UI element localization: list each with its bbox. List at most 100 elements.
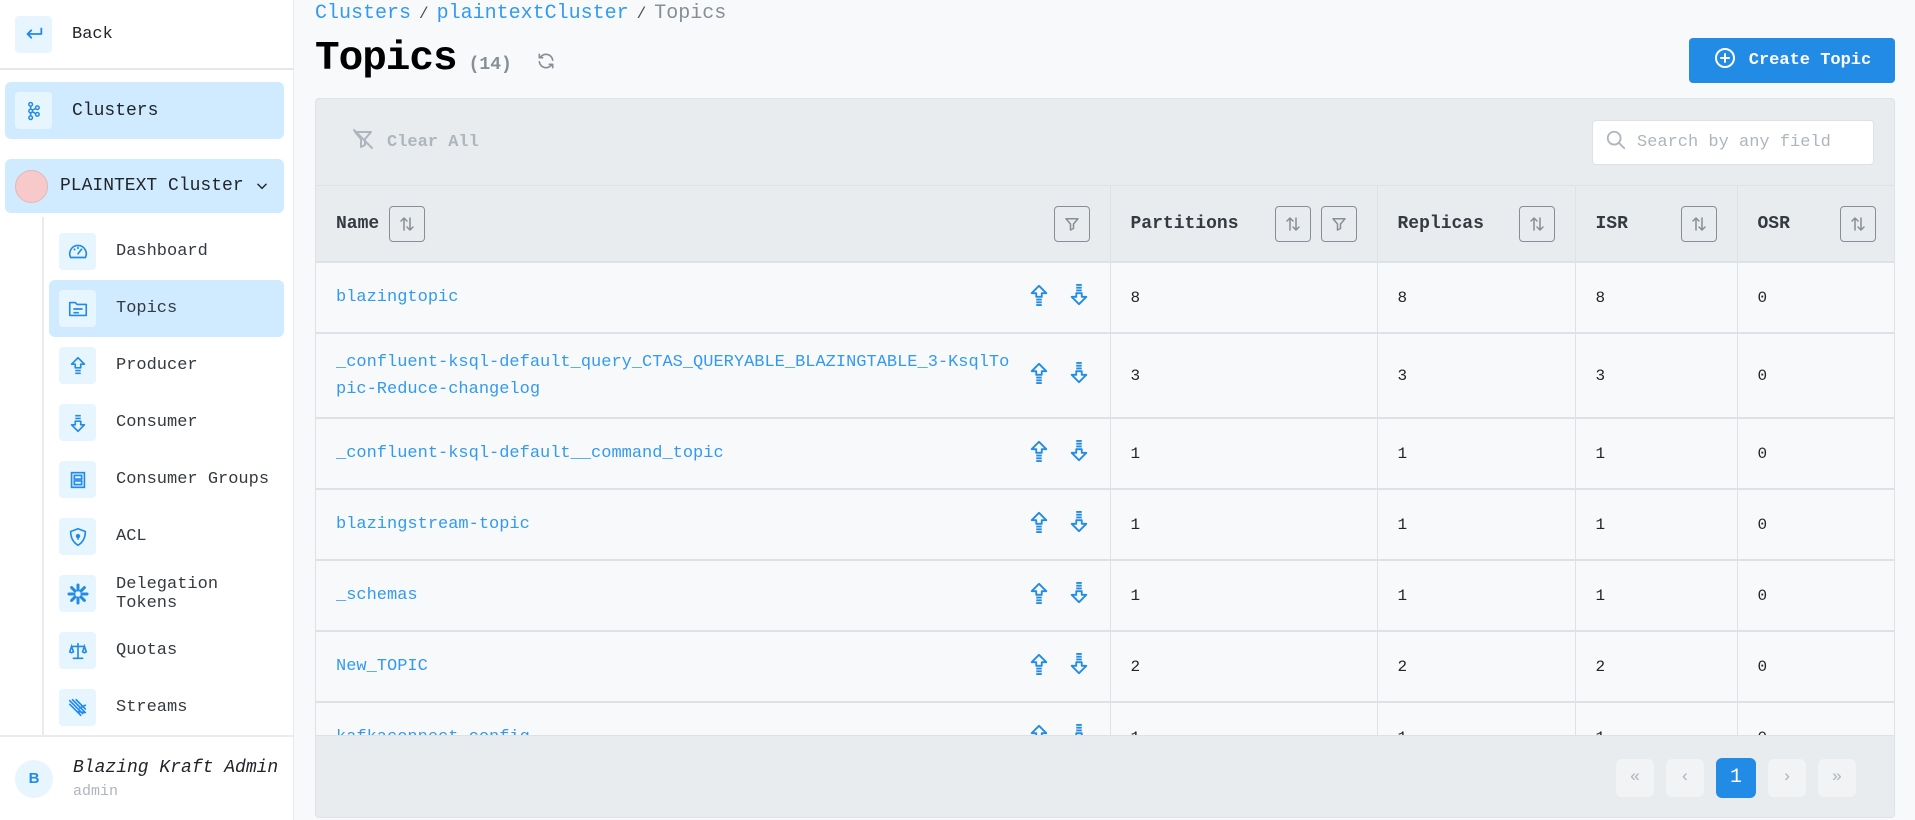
folder-icon — [59, 290, 96, 327]
back-label: Back — [72, 24, 113, 44]
sidebar-item-quotas[interactable]: Quotas — [49, 622, 284, 679]
sidebar-item-clusters[interactable]: Clusters — [5, 82, 284, 139]
cell-osr: 0 — [1737, 560, 1894, 632]
sidebar-item-acl[interactable]: ACL — [49, 508, 284, 565]
sidebar-item-producer[interactable]: Producer — [49, 337, 284, 394]
create-topic-button[interactable]: Create Topic — [1689, 38, 1895, 83]
sort-icon[interactable] — [1518, 205, 1555, 242]
consume-icon[interactable] — [1068, 283, 1090, 312]
page-1-button[interactable]: 1 — [1716, 757, 1756, 798]
sidebar-item-label: Clusters — [72, 100, 159, 121]
cell-name: _confluent-ksql-default_query_CTAS_QUERY… — [316, 333, 1111, 419]
cell-replicas: 3 — [1377, 333, 1576, 419]
cluster-selector[interactable]: PLAINTEXT Cluster — [5, 159, 284, 213]
topics-table-card: Clear All Name — [315, 98, 1895, 818]
back-arrow-icon — [15, 15, 52, 53]
streams-icon — [59, 689, 96, 726]
cell-replicas: 1 — [1377, 489, 1576, 561]
sort-icon[interactable] — [389, 205, 426, 242]
topics-table: Name Partitions Replicas ISR OSR blazing… — [316, 186, 1894, 774]
sidebar-item-label: ACL — [116, 527, 147, 546]
table-row: _schemas 1 1 1 0 — [316, 560, 1894, 632]
topic-link[interactable]: _schemas — [336, 582, 1028, 609]
table-row: New_TOPIC 2 2 2 0 — [316, 631, 1894, 703]
user-role: admin — [73, 782, 119, 800]
produce-icon[interactable] — [1028, 510, 1050, 539]
breadcrumb-clusters[interactable]: Clusters — [315, 2, 411, 25]
topic-link[interactable]: _confluent-ksql-default__command_topic — [336, 440, 1028, 467]
back-button[interactable]: Back — [0, 0, 293, 70]
sidebar-item-label: Streams — [116, 698, 188, 717]
consume-icon[interactable] — [1068, 361, 1090, 390]
avatar: B — [15, 759, 53, 798]
sidebar-item-consumer-groups[interactable]: Consumer Groups — [49, 451, 284, 508]
search-icon — [1605, 129, 1627, 156]
consume-icon[interactable] — [1068, 652, 1090, 681]
sidebar-item-streams[interactable]: Streams — [49, 679, 284, 736]
cell-osr: 0 — [1737, 489, 1894, 561]
cell-partitions: 1 — [1110, 560, 1378, 632]
sidebar-item-dashboard[interactable]: Dashboard — [49, 223, 284, 280]
consume-icon[interactable] — [1068, 581, 1090, 610]
sidebar-item-delegation-tokens[interactable]: Delegation Tokens — [49, 565, 284, 622]
shield-icon — [59, 518, 96, 555]
refresh-icon[interactable] — [536, 51, 556, 76]
cell-isr: 1 — [1575, 418, 1738, 490]
sidebar-item-topics[interactable]: Topics — [49, 280, 284, 337]
clear-all-filters-button[interactable]: Clear All — [351, 127, 479, 157]
cell-osr: 0 — [1737, 333, 1894, 419]
table-row: blazingtopic 8 8 8 0 — [316, 262, 1894, 334]
topic-link[interactable]: New_TOPIC — [336, 653, 1028, 680]
sidebar-item-label: Quotas — [116, 641, 178, 660]
produce-icon[interactable] — [1028, 361, 1050, 390]
page-title: Topics — [315, 36, 458, 82]
sidebar-item-consumer[interactable]: Consumer — [49, 394, 284, 451]
breadcrumb-separator: / — [636, 4, 647, 23]
sort-icon[interactable] — [1680, 205, 1717, 242]
download-arrow-icon — [59, 404, 96, 441]
chevron-down-icon — [248, 179, 276, 193]
column-label: Replicas — [1397, 213, 1484, 234]
cell-partitions: 8 — [1110, 262, 1378, 334]
prev-page-button[interactable]: ‹ — [1666, 758, 1704, 797]
consume-icon[interactable] — [1068, 510, 1090, 539]
page-header: Topics (14) — [315, 36, 556, 82]
cell-osr: 0 — [1737, 631, 1894, 703]
table-toolbar: Clear All — [316, 99, 1894, 186]
cell-name: blazingstream-topic — [316, 489, 1111, 561]
search-input[interactable] — [1637, 132, 1867, 152]
cluster-graph-icon — [15, 92, 52, 129]
produce-icon[interactable] — [1028, 439, 1050, 468]
cluster-color-dot — [15, 169, 48, 203]
produce-icon[interactable] — [1028, 652, 1050, 681]
cell-osr: 0 — [1737, 418, 1894, 490]
filter-icon[interactable] — [1320, 205, 1357, 242]
first-page-button[interactable]: « — [1616, 758, 1654, 797]
search-box[interactable] — [1592, 119, 1874, 165]
filter-off-icon — [351, 127, 375, 157]
breadcrumb-cluster[interactable]: plaintextCluster — [437, 2, 629, 25]
topic-link[interactable]: _confluent-ksql-default_query_CTAS_QUERY… — [336, 349, 1028, 403]
cell-name: New_TOPIC — [316, 631, 1111, 703]
column-header-replicas: Replicas — [1377, 186, 1576, 263]
topic-link[interactable]: blazingstream-topic — [336, 511, 1028, 538]
topic-link[interactable]: blazingtopic — [336, 284, 1028, 311]
consume-icon[interactable] — [1068, 439, 1090, 468]
cluster-name: PLAINTEXT Cluster — [60, 176, 244, 196]
sort-icon[interactable] — [1274, 205, 1311, 242]
user-name: Blazing Kraft Admin — [73, 757, 279, 778]
clear-all-label: Clear All — [387, 132, 479, 152]
cell-partitions: 2 — [1110, 631, 1378, 703]
produce-icon[interactable] — [1028, 283, 1050, 312]
filter-icon[interactable] — [1053, 205, 1090, 242]
user-panel[interactable]: B Blazing Kraft Admin admin — [0, 735, 294, 820]
column-header-name: Name — [316, 186, 1111, 263]
sidebar: Back Clusters PLAINTEXT Cluster Dashboar… — [0, 0, 294, 820]
sidebar-item-label: Delegation Tokens — [116, 574, 219, 613]
column-label: OSR — [1757, 213, 1790, 234]
next-page-button[interactable]: › — [1768, 758, 1806, 797]
last-page-button[interactable]: » — [1818, 758, 1856, 797]
produce-icon[interactable] — [1028, 581, 1050, 610]
table-row: blazingstream-topic 1 1 1 0 — [316, 489, 1894, 561]
sort-icon[interactable] — [1839, 205, 1876, 242]
